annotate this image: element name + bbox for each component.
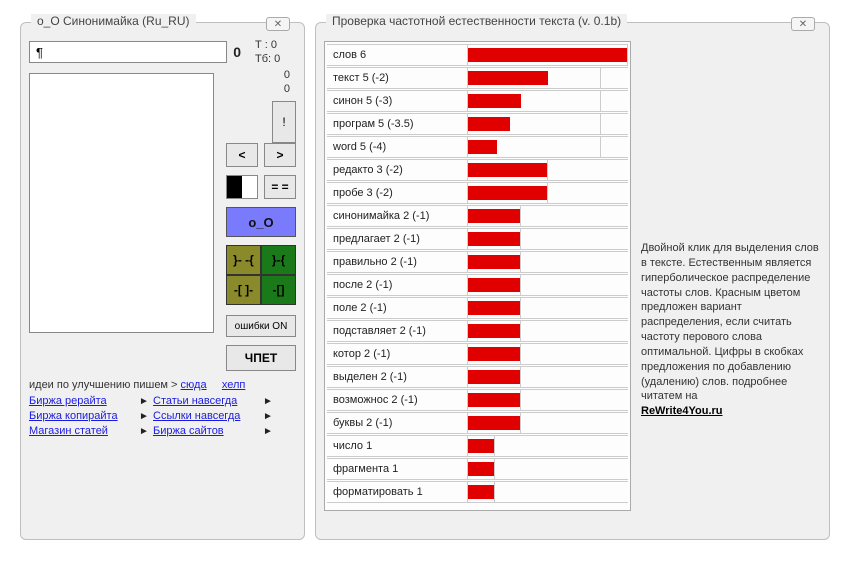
right-title: Проверка частотной естественности текста… xyxy=(326,14,627,28)
arrow-icon: ► xyxy=(263,426,277,437)
bar-label: возможнос 2 (-1) xyxy=(327,394,467,406)
bar-row[interactable]: предлагает 2 (-1) xyxy=(327,228,628,250)
synonym-panel: o_O Синонимайка (Ru_RU) ✕ 0 Т : 0 Тб: 0 … xyxy=(20,22,305,540)
bar-row[interactable]: текст 5 (-2) xyxy=(327,67,628,89)
chpet-button[interactable]: ЧПЕТ xyxy=(226,345,296,371)
bracket-d-button[interactable]: -[] xyxy=(261,275,296,305)
bar-label: слов 6 xyxy=(327,49,467,61)
bar-label: выделен 2 (-1) xyxy=(327,371,467,383)
bracket-a-button[interactable]: }- -{ xyxy=(226,245,261,275)
left-title: o_O Синонимайка (Ru_RU) xyxy=(31,14,196,28)
bar-row[interactable]: число 1 xyxy=(327,435,628,457)
stat-tb: Тб: 0 xyxy=(255,53,296,65)
bar-label: предлагает 2 (-1) xyxy=(327,233,467,245)
bar-label: форматировать 1 xyxy=(327,486,467,498)
bar-label: котор 2 (-1) xyxy=(327,348,467,360)
info-text: Двойной клик для выделения слов в тексте… xyxy=(641,41,821,511)
bar-row[interactable]: правильно 2 (-1) xyxy=(327,251,628,273)
bracket-b-button[interactable]: }-{ xyxy=(261,245,296,275)
next-button[interactable]: > xyxy=(264,143,296,167)
bar-row[interactable]: фрагмента 1 xyxy=(327,458,628,480)
logo-button[interactable]: o_O xyxy=(226,207,296,237)
arrow-icon: ► xyxy=(263,411,277,422)
stat-n2: 0 xyxy=(224,83,296,95)
stats-block: Т : 0 Тб: 0 xyxy=(251,37,296,67)
bar-label: редакто 3 (-2) xyxy=(327,164,467,176)
bar-label: програм 5 (-3.5) xyxy=(327,118,467,130)
bar-label: текст 5 (-2) xyxy=(327,72,467,84)
bar-row[interactable]: подставляет 2 (-1) xyxy=(327,320,628,342)
close-icon[interactable]: ✕ xyxy=(791,17,815,31)
bar-row[interactable]: буквы 2 (-1) xyxy=(327,412,628,434)
bar-row[interactable]: пробе 3 (-2) xyxy=(327,182,628,204)
arrow-icon: ► xyxy=(139,426,153,437)
bar-row[interactable]: выделен 2 (-1) xyxy=(327,366,628,388)
bar-row[interactable]: возможнос 2 (-1) xyxy=(327,389,628,411)
frequency-chart: слов 6 текст 5 (-2) синон 5 (-3) програм 5 … xyxy=(324,41,631,511)
bar-label: подставляет 2 (-1) xyxy=(327,325,467,337)
stat-n1: 0 xyxy=(224,69,296,81)
bar-row[interactable]: слов 6 xyxy=(327,44,628,66)
arrow-icon: ► xyxy=(139,411,153,422)
footer-link[interactable]: Магазин статей xyxy=(29,425,139,437)
bar-label: пробе 3 (-2) xyxy=(327,187,467,199)
main-textarea[interactable] xyxy=(29,73,214,333)
bar-label: буквы 2 (-1) xyxy=(327,417,467,429)
bar-label: синонимайка 2 (-1) xyxy=(327,210,467,222)
bar-label: поле 2 (-1) xyxy=(327,302,467,314)
bar-row[interactable]: поле 2 (-1) xyxy=(327,297,628,319)
bar-row[interactable]: синонимайка 2 (-1) xyxy=(327,205,628,227)
bar-row[interactable]: word 5 (-4) xyxy=(327,136,628,158)
bar-label: фрагмента 1 xyxy=(327,463,467,475)
bar-row[interactable]: синон 5 (-3) xyxy=(327,90,628,112)
bar-label: word 5 (-4) xyxy=(327,141,467,153)
arrow-icon: ► xyxy=(263,396,277,407)
footer-link[interactable]: Биржа сайтов xyxy=(153,425,263,437)
main-input[interactable] xyxy=(29,41,227,63)
footer-link[interactable]: Биржа копирайта xyxy=(29,410,139,422)
frequency-panel: Проверка частотной естественности текста… xyxy=(315,22,830,540)
bar-row[interactable]: котор 2 (-1) xyxy=(327,343,628,365)
bar-row[interactable]: форматировать 1 xyxy=(327,481,628,503)
footer-link[interactable]: Статьи навсегда xyxy=(153,395,263,407)
errors-button[interactable]: ошибки ON xyxy=(226,315,296,337)
exclaim-button[interactable]: ! xyxy=(272,101,296,143)
bar-row[interactable]: програм 5 (-3.5) xyxy=(327,113,628,135)
ideas-link[interactable]: сюда xyxy=(181,379,207,391)
bar-label: после 2 (-1) xyxy=(327,279,467,291)
footer-link[interactable]: Ссылки навсегда xyxy=(153,410,263,422)
bar-row[interactable]: после 2 (-1) xyxy=(327,274,628,296)
arrow-icon: ► xyxy=(139,396,153,407)
color-swatch[interactable] xyxy=(226,175,258,199)
close-icon[interactable]: ✕ xyxy=(266,17,290,31)
bar-label: число 1 xyxy=(327,440,467,452)
stat-t: Т : 0 xyxy=(255,39,296,51)
bracket-c-button[interactable]: -[ ]- xyxy=(226,275,261,305)
help-link[interactable]: хелп xyxy=(222,379,246,391)
prev-button[interactable]: < xyxy=(226,143,258,167)
equals-button[interactable]: = = xyxy=(264,175,296,199)
zero-indicator: 0 xyxy=(233,44,241,60)
bar-label: правильно 2 (-1) xyxy=(327,256,467,268)
bar-label: синон 5 (-3) xyxy=(327,95,467,107)
bar-row[interactable]: редакто 3 (-2) xyxy=(327,159,628,181)
footer-link[interactable]: Биржа рерайта xyxy=(29,395,139,407)
ideas-text: идеи по улучшению пишем > xyxy=(29,379,181,391)
rewrite-link[interactable]: ReWrite4You.ru xyxy=(641,405,723,417)
